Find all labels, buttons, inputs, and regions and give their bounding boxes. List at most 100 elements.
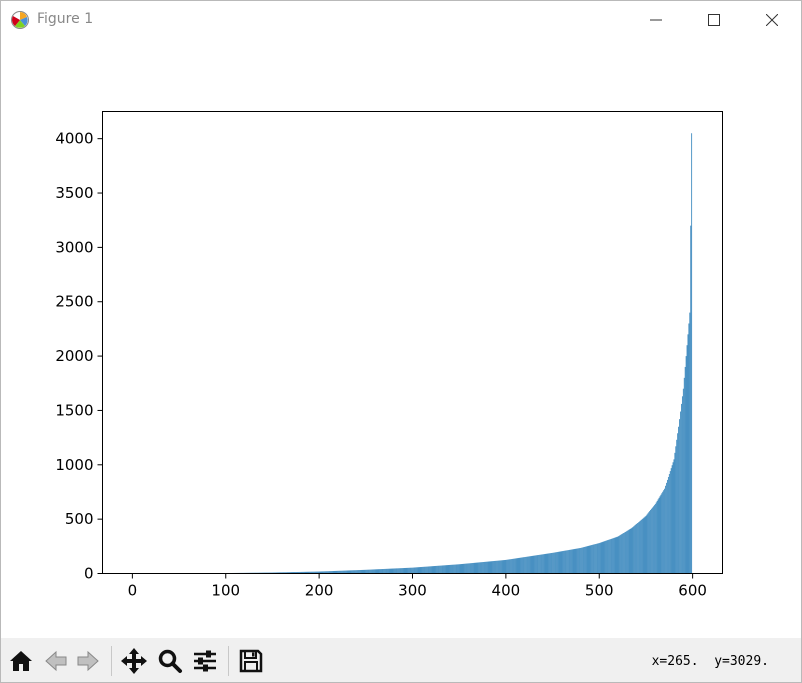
maximize-button[interactable] — [685, 1, 743, 39]
bar — [681, 403, 682, 574]
bar — [507, 559, 509, 574]
bar — [538, 554, 539, 574]
zoom-button[interactable] — [155, 646, 185, 676]
bar — [676, 439, 678, 574]
bar — [555, 552, 557, 574]
bar — [495, 560, 496, 574]
bar — [688, 323, 690, 574]
bar — [400, 568, 402, 574]
bar — [450, 564, 452, 574]
bar — [357, 570, 358, 574]
bar — [579, 548, 581, 574]
bar — [531, 555, 533, 574]
bar — [552, 552, 553, 574]
y-axis: 0 500 1000 1500 2000 2500 3000 3500 4000 — [55, 130, 103, 583]
bar — [581, 547, 582, 574]
bar — [446, 565, 448, 574]
bar — [381, 569, 383, 574]
bar — [526, 556, 528, 574]
toolbar-separator — [111, 646, 112, 676]
bar — [556, 552, 558, 574]
back-button[interactable] — [41, 646, 71, 676]
bar — [524, 557, 525, 574]
bar — [496, 560, 497, 574]
save-button[interactable] — [236, 646, 266, 676]
bar — [452, 564, 454, 574]
bar-series — [132, 133, 693, 574]
bar — [684, 366, 686, 574]
pan-button[interactable] — [119, 646, 149, 676]
home-button[interactable] — [6, 646, 36, 676]
bar — [566, 550, 567, 574]
close-button[interactable] — [743, 1, 801, 39]
bar — [462, 563, 464, 574]
back-arrow-icon — [45, 650, 67, 672]
bar — [443, 565, 445, 574]
bar — [518, 557, 520, 574]
bar — [454, 564, 455, 574]
bar — [592, 544, 594, 574]
bar — [534, 555, 536, 574]
bar — [602, 541, 604, 574]
minimize-button[interactable] — [627, 1, 685, 39]
bar — [415, 567, 417, 574]
bar — [654, 503, 656, 574]
bar — [434, 566, 436, 574]
forward-button[interactable] — [73, 646, 103, 676]
bar — [578, 548, 580, 574]
bar — [615, 537, 617, 574]
figure-canvas[interactable]: 0 100 200 300 400 500 600 0 500 1000 1500 2000 2500… — [1, 39, 801, 637]
bar — [557, 551, 559, 574]
bar — [575, 548, 577, 574]
bar — [535, 555, 537, 574]
bar — [513, 558, 515, 574]
bar — [503, 560, 505, 574]
bar — [593, 544, 595, 574]
bar — [577, 548, 579, 574]
bar — [677, 433, 679, 574]
bar — [639, 520, 641, 574]
bar — [404, 567, 406, 574]
bar — [625, 531, 626, 574]
bar — [643, 517, 645, 574]
bar — [585, 546, 587, 574]
configure-subplots-button[interactable] — [190, 646, 220, 676]
bar — [632, 527, 634, 574]
bar — [445, 565, 447, 574]
bar — [583, 546, 585, 574]
bar — [667, 476, 669, 574]
bar — [597, 543, 599, 574]
bar — [466, 563, 468, 574]
bar — [432, 566, 434, 574]
bar — [675, 446, 677, 574]
bar — [394, 568, 396, 574]
bar — [522, 557, 524, 574]
bar — [373, 569, 375, 574]
bar — [408, 567, 410, 574]
bar — [402, 568, 404, 574]
bar — [424, 566, 426, 574]
bar — [418, 567, 420, 574]
bar — [411, 567, 412, 574]
bar — [399, 568, 400, 574]
bar — [451, 564, 453, 574]
bar — [572, 549, 574, 574]
bar — [574, 548, 576, 574]
bar — [616, 536, 618, 574]
bar — [385, 568, 386, 574]
bar — [551, 552, 552, 574]
bar — [561, 551, 563, 574]
bar — [383, 568, 384, 574]
bar — [623, 533, 624, 574]
bar — [486, 561, 488, 574]
bar — [409, 567, 411, 574]
bar — [540, 554, 541, 574]
bar — [597, 543, 598, 574]
bar — [395, 568, 397, 574]
bar — [419, 567, 421, 574]
bar — [669, 471, 671, 574]
bar — [523, 557, 524, 574]
bar — [372, 569, 374, 574]
bar — [484, 561, 485, 574]
bar — [426, 566, 427, 574]
